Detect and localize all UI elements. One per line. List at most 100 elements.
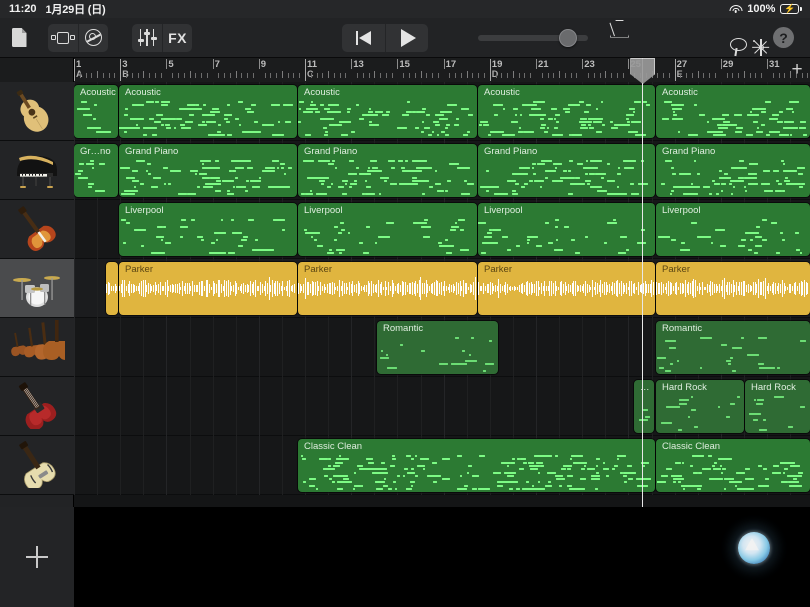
- timeline-ruler[interactable]: 1A3B57911C13151719D21232527E2931 +: [0, 58, 810, 82]
- ruler-subtick: [576, 73, 578, 78]
- region-label: Romantic: [383, 323, 424, 334]
- track-headers[interactable]: [0, 82, 74, 507]
- region[interactable]: Gr…no: [74, 144, 118, 197]
- ruler-subtick: [593, 73, 595, 78]
- region[interactable]: Grand Piano: [119, 144, 297, 197]
- region-label: Romantic: [662, 323, 703, 334]
- region[interactable]: Parker: [298, 262, 477, 315]
- lane-gridline: [235, 436, 237, 495]
- track-electric-guitar-lane[interactable]: … Hard Rock Hard Rock: [74, 377, 810, 436]
- lane-gridline: [281, 318, 283, 377]
- lane-gridline: [489, 377, 491, 436]
- help-button[interactable]: ?: [773, 27, 794, 48]
- region[interactable]: Romantic: [656, 321, 810, 374]
- ruler-subtick: [91, 73, 93, 78]
- view-mode-segment[interactable]: [48, 23, 108, 52]
- midi-notes: [119, 158, 297, 197]
- audio-waveform: [106, 262, 118, 315]
- mixer-button[interactable]: [132, 24, 162, 52]
- track-bass-header[interactable]: [0, 200, 74, 259]
- midi-notes: [119, 217, 297, 256]
- ruler-tick: [351, 59, 353, 69]
- midi-notes: [745, 394, 810, 433]
- region[interactable]: Liverpool: [656, 203, 810, 256]
- lane-gridline: [605, 318, 607, 377]
- track-drums-header[interactable]: [0, 259, 74, 318]
- section-view-button[interactable]: [48, 24, 78, 52]
- region[interactable]: Liverpool: [298, 203, 477, 256]
- track-strings-lane[interactable]: Romantic Romantic: [74, 318, 810, 377]
- ruler-subtick: [772, 73, 774, 78]
- region[interactable]: Classic Clean: [298, 439, 655, 492]
- track-acoustic-guitar-lane[interactable]: Acoustic Acoustic Acoustic Acoustic Acoustic: [74, 82, 810, 141]
- region[interactable]: Grand Piano: [656, 144, 810, 197]
- loop-cycle-button[interactable]: [78, 23, 108, 52]
- ruler-tick: [166, 59, 168, 69]
- region[interactable]: Parker: [119, 262, 297, 315]
- my-songs-button[interactable]: [11, 24, 27, 52]
- track-acoustic-guitar-header[interactable]: [0, 82, 74, 141]
- region[interactable]: Acoustic: [298, 85, 477, 138]
- ruler-ticks[interactable]: 1A3B57911C13151719D21232527E2931: [74, 58, 810, 82]
- lane-gridline: [166, 436, 168, 495]
- volume-knob[interactable]: [558, 28, 577, 47]
- region[interactable]: Hard Rock: [656, 380, 744, 433]
- region[interactable]: Hard Rock: [745, 380, 810, 433]
- region[interactable]: Romantic: [377, 321, 498, 374]
- region[interactable]: Classic Clean: [656, 439, 810, 492]
- acoustic-guitar-icon: [9, 84, 65, 139]
- master-volume-slider[interactable]: [478, 27, 588, 49]
- status-time: 11:20: [9, 3, 37, 15]
- region[interactable]: Liverpool: [478, 203, 655, 256]
- ruler-subtick: [241, 73, 243, 78]
- lane-gridline: [258, 377, 260, 436]
- lane-gridline: [166, 318, 168, 377]
- region[interactable]: Parker: [656, 262, 810, 315]
- region[interactable]: Acoustic: [119, 85, 297, 138]
- track-grand-piano-header[interactable]: [0, 141, 74, 200]
- mixer-fx-segment[interactable]: FX: [132, 23, 192, 52]
- track-drums-lane[interactable]: Parker Parker Parker Parker: [74, 259, 810, 318]
- assistive-touch-button[interactable]: [738, 532, 770, 564]
- ruler-subtick: [154, 73, 156, 78]
- track-strings-header[interactable]: [0, 318, 74, 377]
- add-track-button[interactable]: [0, 507, 74, 607]
- region[interactable]: Acoustic: [74, 85, 118, 138]
- transport-controls[interactable]: [342, 23, 428, 52]
- rewind-button[interactable]: [342, 24, 385, 52]
- play-button[interactable]: [385, 23, 428, 52]
- fx-button[interactable]: FX: [162, 23, 192, 52]
- region[interactable]: Grand Piano: [478, 144, 655, 197]
- ruler-subtick: [385, 73, 387, 78]
- ruler-subtick: [131, 73, 133, 78]
- track-lanes[interactable]: Acoustic Acoustic Acoustic Acoustic Acoustic…: [74, 82, 810, 507]
- track-hollowbody-guitar-lane[interactable]: Classic Clean Classic Clean: [74, 436, 810, 495]
- lane-gridline: [235, 377, 237, 436]
- region[interactable]: Liverpool: [119, 203, 297, 256]
- lane-gridline: [536, 377, 537, 436]
- ruler-subtick: [339, 73, 341, 78]
- document-icon: [11, 28, 27, 47]
- add-section-button[interactable]: +: [788, 60, 806, 79]
- track-hollowbody-guitar-header[interactable]: [0, 436, 74, 495]
- region[interactable]: Parker: [478, 262, 655, 315]
- ruler-subtick: [183, 73, 185, 78]
- ruler-tick: [74, 59, 75, 81]
- track-bass-lane[interactable]: Liverpool Liverpool Liverpool Liverpool: [74, 200, 810, 259]
- ruler-subtick: [807, 73, 809, 78]
- midi-notes: [298, 99, 477, 138]
- ruler-bar-number: 5: [168, 59, 174, 70]
- track-grand-piano-lane[interactable]: Gr…no Grand Piano Grand Piano Grand Piano Gr…: [74, 141, 810, 200]
- ruler-tick: [143, 71, 145, 78]
- region[interactable]: [106, 262, 118, 315]
- ruler-subtick: [784, 73, 786, 78]
- ruler-subtick: [229, 73, 231, 78]
- region[interactable]: Acoustic: [656, 85, 810, 138]
- track-electric-guitar-header[interactable]: [0, 377, 74, 436]
- lane-gridline: [559, 377, 561, 436]
- ruler-subtick: [732, 73, 734, 78]
- region[interactable]: Acoustic: [478, 85, 655, 138]
- region[interactable]: …: [634, 380, 654, 433]
- region[interactable]: Grand Piano: [298, 144, 477, 197]
- ruler-subtick: [530, 73, 532, 78]
